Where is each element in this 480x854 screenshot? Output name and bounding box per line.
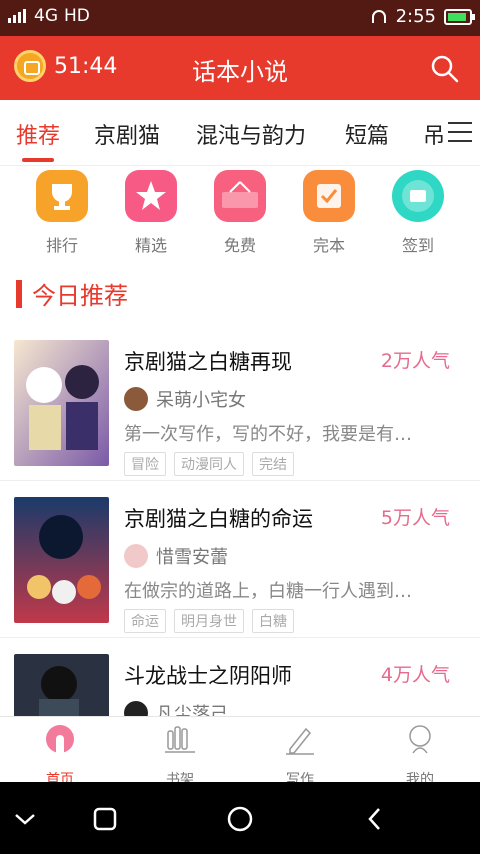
quick-featured[interactable]: 精选 — [111, 170, 191, 256]
quick-label: 免费 — [223, 236, 256, 255]
book-tag[interactable]: 命运 — [124, 609, 166, 633]
star-icon — [125, 170, 177, 222]
quick-label: 排行 — [45, 236, 78, 255]
app-title: 话本小说 — [192, 58, 288, 86]
profile-icon — [409, 725, 431, 754]
menu-icon[interactable] — [448, 122, 472, 142]
book-item[interactable]: 京剧猫之白糖再现 2万人气 呆萌小宅女 第一次写作，写的不好，我要是有… 冒险 … — [0, 324, 480, 481]
free-sign-icon — [214, 170, 266, 222]
book-item[interactable]: 京剧猫之白糖的命运 5万人气 惜雪安蕾 在做宗的道路上，白糖一行人遇到… 命运 … — [0, 481, 480, 638]
quick-label: 签到 — [401, 236, 434, 255]
section-accent-bar — [16, 279, 22, 308]
battery-icon — [444, 8, 475, 25]
section-title: 今日推荐 — [32, 282, 128, 310]
quick-links: 排行 精选 免费 完本 签到 — [0, 170, 480, 260]
nav-bookshelf[interactable]: 书架 — [140, 723, 220, 789]
back-icon[interactable] — [360, 804, 390, 834]
tab-recommend[interactable]: 推荐 — [16, 118, 60, 150]
book-author[interactable]: 呆萌小宅女 — [124, 386, 246, 412]
status-left: 4G HD — [8, 6, 90, 26]
book-title[interactable]: 斗龙战士之阴阳师 — [124, 660, 292, 690]
quick-rank[interactable]: 排行 — [22, 170, 102, 256]
book-cover[interactable] — [14, 340, 109, 466]
author-avatar — [124, 387, 148, 411]
book-tags: 命运 明月身世 白糖 — [124, 609, 294, 633]
book-tags: 冒险 动漫同人 完结 — [124, 452, 294, 476]
book-author[interactable]: 惜雪安蕾 — [124, 543, 228, 569]
book-description: 第一次写作，写的不好，我要是有… — [124, 424, 412, 445]
tab-short[interactable]: 短篇 — [345, 118, 389, 150]
author-avatar — [124, 544, 148, 568]
signal-icon — [8, 9, 26, 23]
quick-signin[interactable]: 签到 — [378, 170, 458, 256]
book-title[interactable]: 京剧猫之白糖的命运 — [124, 503, 313, 533]
quick-free[interactable]: 免费 — [200, 170, 280, 256]
check-icon — [303, 170, 355, 222]
trophy-icon — [36, 170, 88, 222]
nav-profile[interactable]: 我的 — [380, 723, 460, 789]
book-tag[interactable]: 白糖 — [252, 609, 294, 633]
bottom-nav: 首页 书架 写作 我的 — [0, 716, 480, 788]
book-popularity: 4万人气 — [380, 664, 450, 686]
book-tag[interactable]: 冒险 — [124, 452, 166, 476]
book-tag[interactable]: 完结 — [252, 452, 294, 476]
quick-label: 完本 — [312, 236, 345, 255]
tab-hundun[interactable]: 混沌与韵力 — [196, 118, 306, 150]
book-popularity: 2万人气 — [380, 350, 450, 372]
quick-label: 精选 — [134, 236, 167, 255]
status-right: 2:55 — [370, 6, 475, 27]
system-nav-bar — [0, 782, 480, 854]
status-time: 2:55 — [395, 6, 436, 27]
headphone-icon — [371, 9, 386, 23]
book-title[interactable]: 京剧猫之白糖再现 — [124, 346, 292, 376]
home-circle-icon[interactable] — [225, 804, 255, 834]
hd-indicator: HD — [64, 6, 90, 26]
search-icon[interactable] — [430, 54, 460, 84]
pen-icon — [286, 727, 314, 755]
author-name: 惜雪安蕾 — [156, 547, 228, 568]
tab-more[interactable]: 吊 — [423, 118, 445, 150]
tab-jingjumao[interactable]: 京剧猫 — [94, 118, 160, 150]
book-tag[interactable]: 明月身世 — [174, 609, 244, 633]
quick-complete[interactable]: 完本 — [289, 170, 369, 256]
recent-apps-icon[interactable] — [90, 804, 120, 834]
bookshelf-icon — [165, 726, 195, 753]
nav-home[interactable]: 首页 — [20, 723, 100, 789]
category-tabs: 推荐 京剧猫 混沌与韵力 短篇 吊 — [0, 100, 480, 166]
chevron-down-icon[interactable] — [10, 804, 40, 834]
nav-write[interactable]: 写作 — [260, 723, 340, 789]
author-name: 呆萌小宅女 — [156, 390, 246, 411]
home-icon — [46, 725, 74, 753]
section-header: 今日推荐 — [16, 276, 128, 311]
app-bar: 51:44 话本小说 — [0, 36, 480, 100]
status-bar: 4G HD 2:55 — [0, 0, 480, 36]
active-tab-indicator — [22, 158, 54, 162]
book-tag[interactable]: 动漫同人 — [174, 452, 244, 476]
book-description: 在做宗的道路上，白糖一行人遇到… — [124, 581, 412, 602]
network-type: 4G — [34, 6, 58, 26]
book-popularity: 5万人气 — [380, 507, 450, 529]
book-cover[interactable] — [14, 497, 109, 623]
sign-in-icon — [392, 170, 444, 222]
